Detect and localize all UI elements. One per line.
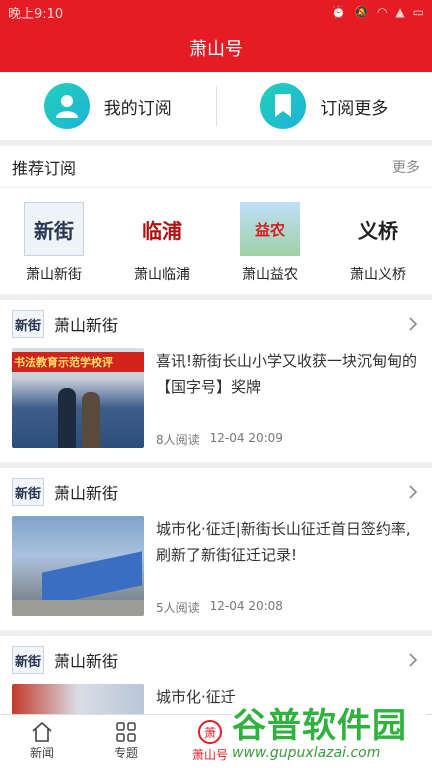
- article-meta: 5人阅读 12-04 20:08: [156, 599, 420, 616]
- recommended-item-label: 萧山益农: [242, 267, 298, 283]
- nav-topics[interactable]: 专题: [84, 715, 168, 768]
- watermark-url: www.gupuxlazai.com: [232, 745, 381, 761]
- wifi-icon: ◠: [376, 5, 388, 19]
- my-subscriptions-label: 我的订阅: [103, 98, 172, 119]
- page-title: 萧山号: [189, 39, 243, 60]
- chevron-right-icon: [409, 653, 418, 667]
- yinong-logo-text: 益农: [254, 220, 285, 239]
- source-name: 萧山新街: [54, 484, 119, 503]
- recommended-item-yinong[interactable]: 益农 萧山益农: [220, 202, 320, 284]
- article-thumbnail: [12, 516, 144, 616]
- article-thumbnail: 书法教育示范学校评: [12, 348, 144, 448]
- watermark: 谷普软件园 www.gupuxlazai.com: [232, 698, 426, 768]
- subscribe-more-label: 订阅更多: [320, 98, 389, 119]
- xinjie-logo-text: 新街: [34, 218, 74, 243]
- thumbnail-building: [42, 551, 142, 607]
- bookmark-icon: [260, 83, 307, 129]
- article-row[interactable]: 书法教育示范学校评 喜讯!新街长山小学又收获一块沉甸甸的【国字号】奖牌 8人阅读…: [0, 348, 432, 456]
- source-name: 萧山新街: [54, 316, 119, 335]
- article-info: 喜讯!新街长山小学又收获一块沉甸甸的【国字号】奖牌 8人阅读 12-04 20:…: [156, 348, 420, 456]
- publish-time: 12-04 20:08: [209, 599, 283, 613]
- linpu-logo: 临浦: [132, 202, 192, 256]
- source-logo-text: 新街: [14, 318, 41, 334]
- recommended-item-xinjie[interactable]: 新街 萧山新街: [4, 202, 104, 284]
- feed-card[interactable]: 新街 萧山新街 书法教育示范学校评 喜讯!新街长山小学又收获一块沉甸甸的【国字号…: [0, 300, 432, 462]
- recommended-title: 推荐订阅: [12, 158, 77, 178]
- source-logo-text: 新街: [14, 486, 41, 502]
- thumbnail-person: [58, 388, 76, 448]
- thumbnail-person: [82, 392, 100, 448]
- battery-icon: ▭: [412, 5, 424, 19]
- subscription-row: 我的订阅 订阅更多: [0, 72, 432, 140]
- publish-time: 12-04 20:09: [209, 431, 283, 445]
- feed-card[interactable]: 新街 萧山新街 城市化·征迁|新街长山征迁首日签约率,刷新了新街征迁记录! 5人…: [0, 468, 432, 630]
- person-icon: [43, 83, 90, 129]
- yinong-logo: 益农: [240, 202, 300, 256]
- article-row[interactable]: 城市化·征迁|新街长山征迁首日签约率,刷新了新街征迁记录! 5人阅读 12-04…: [0, 516, 432, 624]
- grid-icon: [116, 722, 136, 742]
- thumbnail-banner-text: 书法教育示范学校评: [14, 356, 113, 369]
- my-subscriptions-button[interactable]: 我的订阅: [0, 72, 216, 140]
- card-header[interactable]: 新街 萧山新街: [0, 468, 432, 516]
- recommended-item-linpu[interactable]: 临浦 萧山临浦: [112, 202, 212, 284]
- xiaoshan-circle-icon: 萧: [198, 720, 222, 744]
- recommended-item-label: 萧山新街: [26, 267, 82, 283]
- signal-icon: ▲: [395, 5, 405, 19]
- read-count: 8人阅读: [156, 433, 200, 447]
- nav-news[interactable]: 新闻: [0, 715, 84, 768]
- source-logo-text: 新街: [14, 654, 41, 670]
- status-icons: ⏰ 🔕 ◠ ▲ ▭: [331, 5, 424, 19]
- source-logo: 新街: [12, 646, 44, 674]
- read-count: 5人阅读: [156, 601, 200, 615]
- watermark-main: 谷普软件园: [232, 706, 407, 746]
- status-bar: 晚上9:10 ⏰ 🔕 ◠ ▲ ▭: [0, 0, 432, 24]
- chevron-right-icon: [409, 485, 418, 499]
- card-header[interactable]: 新街 萧山新街: [0, 300, 432, 348]
- nav-xiaoshanhao-label: 萧山号: [191, 748, 228, 762]
- recommended-item-label: 萧山义桥: [350, 267, 406, 283]
- article-title[interactable]: 城市化·征迁|新街长山征迁首日签约率,刷新了新街征迁记录!: [156, 516, 420, 572]
- nav-topics-label: 专题: [113, 746, 138, 760]
- thumbnail-ground: [12, 600, 144, 616]
- mute-icon: 🔕: [353, 5, 369, 19]
- card-header[interactable]: 新街 萧山新街: [0, 636, 432, 684]
- yiqiao-logo-text: 义桥: [358, 218, 398, 243]
- yiqiao-logo: 义桥: [348, 202, 408, 256]
- xinjie-logo: 新街: [24, 202, 84, 256]
- subscribe-more-button[interactable]: 订阅更多: [217, 72, 432, 140]
- recommended-item-yiqiao[interactable]: 义桥 萧山义桥: [328, 202, 428, 284]
- alarm-icon: ⏰: [331, 5, 346, 19]
- thumbnail-banner: 书法教育示范学校评: [12, 352, 144, 372]
- recommended-header: 推荐订阅 更多: [0, 146, 432, 188]
- recommended-list: 新街 萧山新街 临浦 萧山临浦 益农 萧山益农 义桥 萧山义桥: [0, 188, 432, 284]
- xiaoshan-badge-text: 萧: [203, 725, 216, 740]
- article-info: 城市化·征迁|新街长山征迁首日签约率,刷新了新街征迁记录! 5人阅读 12-04…: [156, 516, 420, 624]
- article-title[interactable]: 喜讯!新街长山小学又收获一块沉甸甸的【国字号】奖牌: [156, 348, 420, 404]
- status-time: 晚上9:10: [8, 6, 64, 22]
- source-logo: 新街: [12, 310, 44, 338]
- recommended-section: 推荐订阅 更多 新街 萧山新街 临浦 萧山临浦 益农 萧山益农 义桥 萧山义桥: [0, 146, 432, 294]
- home-icon: [32, 722, 52, 742]
- source-logo: 新街: [12, 478, 44, 506]
- page-title-bar: 萧山号: [0, 24, 432, 72]
- article-meta: 8人阅读 12-04 20:09: [156, 431, 420, 448]
- recommended-item-label: 萧山临浦: [134, 267, 190, 283]
- recommended-more-link[interactable]: 更多: [392, 157, 420, 177]
- source-name: 萧山新街: [54, 652, 119, 671]
- chevron-right-icon: [409, 317, 418, 331]
- linpu-logo-text: 临浦: [142, 218, 182, 243]
- nav-news-label: 新闻: [29, 746, 54, 760]
